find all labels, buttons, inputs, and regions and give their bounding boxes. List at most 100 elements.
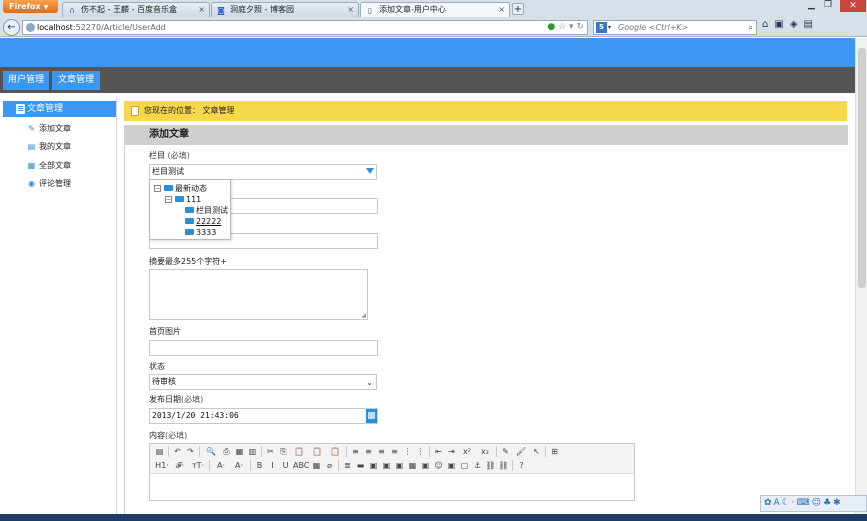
tree-node-111[interactable]: −111 <box>165 194 201 205</box>
editor-tool-button[interactable]: A· <box>213 460 229 471</box>
resize-grip-icon[interactable]: ◢ <box>361 312 366 319</box>
chevron-down-icon[interactable]: ▾ <box>608 21 611 34</box>
editor-tool-button[interactable]: ≡ <box>350 446 361 457</box>
tree-leaf[interactable]: 栏目测试 <box>185 205 228 216</box>
editor-tool-button[interactable]: B <box>254 460 265 471</box>
page-scrollbar[interactable] <box>855 38 867 514</box>
tree-node-root[interactable]: − 最新动态 <box>154 183 207 194</box>
editor-tool-button[interactable]: ⇤ <box>433 446 444 457</box>
chevron-down-icon[interactable]: ⌄ <box>366 376 373 390</box>
status-select[interactable]: 待审核 ⌄ <box>149 374 377 390</box>
menu-icon[interactable]: ▤ <box>804 19 819 30</box>
editor-tool-button[interactable]: ☺ <box>433 460 444 471</box>
editor-tool-button[interactable]: 🔍 <box>203 446 219 457</box>
editor-tool-button[interactable]: x₂ <box>477 446 493 457</box>
user-icon[interactable]: ☺ <box>812 498 823 508</box>
image-field[interactable] <box>149 340 378 356</box>
editor-tool-button[interactable]: I <box>267 460 278 471</box>
sidebar-item-my-articles[interactable]: ▤ 我的文章 <box>27 140 71 153</box>
back-button[interactable]: ← <box>3 19 20 36</box>
paw-icon[interactable]: ✿ <box>764 498 774 508</box>
editor-tool-button[interactable]: ▣ <box>381 460 392 471</box>
editor-tool-button[interactable]: ⌀ <box>324 460 335 471</box>
editor-tool-button[interactable]: ✎ <box>500 446 511 457</box>
editor-tool-button[interactable]: A· <box>231 460 247 471</box>
editor-tool-button[interactable]: H1· <box>154 460 170 471</box>
sidebar-item-add-article[interactable]: ✎ 添加文章 <box>27 122 71 135</box>
editor-tool-button[interactable]: 📋 <box>291 446 307 457</box>
editor-tool-button[interactable]: 𝓕· <box>172 460 188 471</box>
bookmarks-icon[interactable]: ▣ <box>774 19 789 30</box>
dropdown-arrow-icon[interactable] <box>366 168 374 174</box>
dropdown-icon[interactable]: ▾ <box>569 22 574 32</box>
calendar-icon[interactable] <box>366 409 377 423</box>
editor-tool-button[interactable]: ⋮ <box>402 446 413 457</box>
moon-icon[interactable]: ☾ <box>782 498 792 508</box>
minimize-icon[interactable]: ▁ <box>808 0 815 10</box>
editor-tool-button[interactable]: ▬ <box>355 460 366 471</box>
summary-textarea[interactable]: ◢ <box>149 269 368 320</box>
shirt-icon[interactable]: ♣ <box>823 498 833 508</box>
tab-baidu-music[interactable]: ∩ 伤不起 - 王麟 - 百度音乐盒 × <box>62 2 210 17</box>
editor-tool-button[interactable]: ⇥ <box>446 446 457 457</box>
editor-tool-button[interactable]: ▣ <box>446 460 457 471</box>
nav-user-management[interactable]: 用户管理 <box>3 71 49 90</box>
editor-tool-button[interactable]: ⚓ <box>472 460 483 471</box>
close-tab-icon[interactable]: × <box>347 3 354 17</box>
rich-text-editor[interactable]: ▤ ↶ ↷ 🔍 ⎙ ▦ ▥ ✂ ⎘ 📋 📋 📋 ≡ ≡ ≡ ≡ ⋮ ⋮ ⇤ ⇥ x² x₂ ✎ 🖌 ↖ ⊞ H1· 𝓕· тT· A· A… <box>149 443 635 501</box>
new-tab-button[interactable]: + <box>512 3 524 15</box>
editor-tool-button[interactable]: ⛓ <box>498 460 509 471</box>
editor-tool-button[interactable]: ⊞ <box>549 446 560 457</box>
editor-tool-button[interactable]: ↖ <box>531 446 542 457</box>
editor-tool-button[interactable]: ⛓ <box>485 460 496 471</box>
editor-tool-button[interactable]: тT· <box>190 460 206 471</box>
editor-tool-button[interactable]: ≡ <box>376 446 387 457</box>
editor-tool-button[interactable]: ? <box>516 460 527 471</box>
editor-tool-button[interactable]: ▣ <box>368 460 379 471</box>
font-icon[interactable]: A <box>774 498 782 508</box>
tree-leaf[interactable]: 3333 <box>185 227 216 238</box>
home-icon[interactable]: ⌂ <box>762 19 774 30</box>
search-input[interactable]: S ▾ Google <Ctrl+K> ⌕ <box>593 20 757 35</box>
url-bar[interactable]: localhost:52270/Article/UserAdd ● ☆ ▾ ↻ <box>22 20 588 35</box>
editor-tool-button[interactable]: 📋 <box>327 446 343 457</box>
editor-tool-button[interactable]: ▦ <box>234 446 245 457</box>
editor-tool-button[interactable]: ✂ <box>265 446 276 457</box>
editor-tool-button[interactable]: ABC <box>293 460 309 471</box>
tab-cnblogs[interactable]: ◙ 洞庭夕照 - 博客园 × <box>211 2 359 17</box>
editor-tool-button[interactable]: U <box>280 460 291 471</box>
editor-tool-button[interactable]: ▦ <box>407 460 418 471</box>
scrollbar-thumb[interactable] <box>858 48 866 288</box>
sidebar-item-comments[interactable]: ◉ 评论管理 <box>27 177 71 190</box>
settings-icon[interactable]: ✱ <box>833 498 843 508</box>
editor-tool-button[interactable]: 🖌 <box>513 446 529 457</box>
date-field[interactable]: 2013/1/20 21:43:06 <box>149 408 378 424</box>
editor-tool-button[interactable]: ↷ <box>185 446 196 457</box>
close-tab-icon[interactable]: × <box>198 3 205 17</box>
editor-tool-button[interactable]: ↶ <box>172 446 183 457</box>
editor-tool-button[interactable]: ⎘ <box>278 446 289 457</box>
tree-leaf[interactable]: 22222 <box>185 216 221 227</box>
editor-tool-button[interactable]: ▦ <box>311 460 322 471</box>
collapse-icon[interactable]: − <box>154 185 161 192</box>
search-engine-icon[interactable]: S <box>596 22 607 33</box>
editor-tool-button[interactable]: ▢ <box>459 460 470 471</box>
editor-tool-button[interactable]: ▣ <box>394 460 405 471</box>
tab-add-article[interactable]: ▯ 添加文章-用户中心 × <box>360 2 510 17</box>
editor-tool-button[interactable]: ≡ <box>363 446 374 457</box>
firefox-menu-button[interactable]: Firefox ▼ <box>3 0 58 13</box>
feed-icon[interactable]: ◈ <box>790 19 804 30</box>
nav-article-management[interactable]: 文章管理 <box>52 71 100 90</box>
sidebar-header[interactable]: 文章管理 <box>3 101 116 117</box>
editor-tool-button[interactable]: ▣ <box>420 460 431 471</box>
editor-tool-button[interactable]: ⎙ <box>221 446 232 457</box>
maximize-icon[interactable]: ❐ <box>824 0 832 10</box>
editor-tool-button[interactable]: ▥ <box>247 446 258 457</box>
reload-icon[interactable]: ↻ <box>576 22 584 32</box>
collapse-icon[interactable]: − <box>165 196 172 203</box>
keyboard-icon[interactable]: ⌨ <box>797 498 812 508</box>
category-select[interactable]: 栏目测试 <box>149 164 377 180</box>
editor-tool-button[interactable]: ⋮ <box>415 446 426 457</box>
editor-tool-button[interactable]: ▤ <box>154 446 165 457</box>
close-tab-icon[interactable]: × <box>498 3 505 17</box>
